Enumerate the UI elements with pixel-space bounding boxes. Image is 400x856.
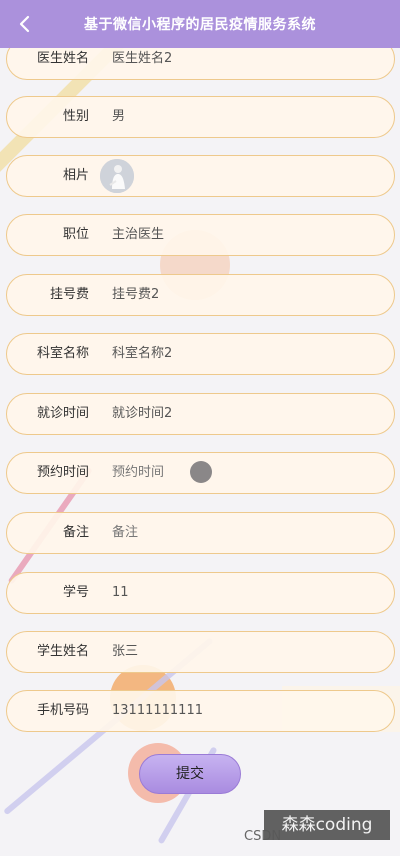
field-label: 学号 [62,585,89,600]
field-label: 学生姓名 [36,644,89,659]
remarks-input[interactable]: 备注 [112,513,138,553]
field-label: 职位 [62,227,89,242]
field-appointment-time[interactable]: 预约时间 预约时间 [6,452,395,494]
back-arrow-icon [19,15,30,33]
field-label: 备注 [62,525,89,540]
field-label: 相片 [62,168,89,183]
page-title: 基于微信小程序的居民疫情服务系统 [84,17,316,33]
field-registration-fee[interactable]: 挂号费 挂号费2 [6,274,395,316]
field-label: 手机号码 [36,703,89,718]
appointment-time-picker[interactable]: 预约时间 [112,453,164,493]
back-button[interactable] [12,12,36,36]
field-phone[interactable]: 手机号码 13111111111 [6,690,395,732]
field-photo[interactable]: 相片 [6,155,395,197]
field-value: 男 [112,109,126,124]
field-remarks[interactable]: 备注 备注 [6,512,395,554]
nav-header: 基于微信小程序的居民疫情服务系统 [0,0,400,48]
field-position[interactable]: 职位 主治医生 [6,214,395,256]
field-label: 科室名称 [36,346,89,361]
field-gender[interactable]: 性别 男 [6,96,395,138]
field-value: 13111111111 [112,703,203,718]
doctor-photo[interactable] [100,159,134,193]
field-value: 主治医生 [112,227,165,242]
field-label: 预约时间 [36,465,89,480]
field-department[interactable]: 科室名称 科室名称2 [6,333,395,375]
field-label: 挂号费 [49,287,89,302]
field-student-id[interactable]: 学号 11 [6,572,395,614]
clock-icon[interactable] [190,461,212,483]
field-value: 张三 [112,644,139,659]
field-value: 就诊时间2 [112,406,173,421]
field-label: 就诊时间 [36,406,89,421]
field-value: 科室名称2 [112,346,173,361]
field-value: 挂号费2 [112,287,160,302]
field-value: 11 [112,585,129,600]
watermark-label: 森森coding [264,810,390,840]
field-visit-time[interactable]: 就诊时间 就诊时间2 [6,393,395,435]
field-label: 性别 [62,109,89,124]
field-student-name[interactable]: 学生姓名 张三 [6,631,395,673]
submit-button[interactable]: 提交 [139,754,241,794]
